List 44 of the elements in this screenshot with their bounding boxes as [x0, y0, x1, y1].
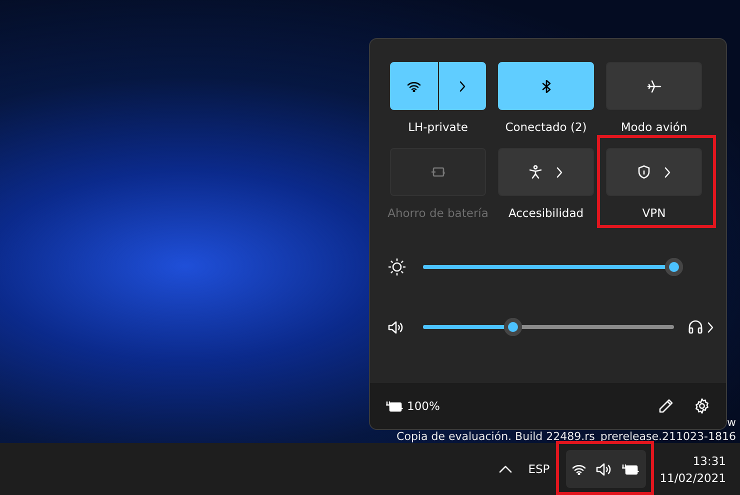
toggle-button[interactable]	[606, 148, 702, 196]
bluetooth-icon	[542, 80, 550, 92]
battery-icon	[622, 464, 640, 474]
tile-label: Accesibilidad	[508, 206, 584, 220]
toggle-button[interactable]	[606, 62, 702, 110]
battery-icon	[386, 400, 403, 412]
audio-output-button[interactable]	[688, 320, 714, 334]
tile-label: VPN	[642, 206, 666, 220]
clock-button[interactable]: 13:31 11/02/2021	[660, 454, 726, 484]
slider-thumb[interactable]	[504, 318, 522, 336]
slider-thumb[interactable]	[665, 258, 683, 276]
airplane-icon	[646, 80, 662, 92]
edit-button[interactable]	[658, 398, 674, 414]
show-hidden-icons-button[interactable]	[499, 465, 512, 473]
tile-label: Modo avión	[620, 120, 688, 134]
headphones-icon	[688, 320, 703, 334]
wifi-icon	[572, 464, 586, 474]
shield-icon	[638, 165, 650, 179]
battery-icon	[430, 167, 446, 177]
tile-label: LH-private	[408, 120, 468, 134]
watermark-text: Copia de evaluación. Build 22489.rs_prerelease.211023-1816	[396, 430, 736, 443]
watermark-text: w	[727, 416, 736, 430]
tile-label: Conectado (2)	[505, 120, 587, 134]
chevron-icon	[556, 166, 563, 178]
tile-label: Ahorro de batería	[388, 206, 488, 220]
tray-button[interactable]	[566, 450, 646, 488]
toggle-button[interactable]	[390, 62, 438, 110]
speaker-icon	[388, 320, 404, 334]
caret-up-icon	[499, 465, 512, 473]
settings-icon	[694, 398, 710, 414]
chevron-icon	[458, 80, 466, 92]
language-button[interactable]: ESP	[528, 462, 550, 476]
toggle-button[interactable]	[498, 62, 594, 110]
pencil-icon	[658, 398, 674, 414]
battery-percentage: 100%	[407, 399, 440, 413]
chevron-icon	[707, 322, 714, 332]
brightness-icon	[388, 258, 406, 276]
speaker-icon	[596, 462, 612, 476]
toggle-button[interactable]	[498, 148, 594, 196]
person-icon	[529, 165, 542, 179]
chevron-icon	[664, 166, 670, 178]
expand-button[interactable]	[438, 62, 486, 110]
wifi-icon	[406, 80, 421, 92]
settings-button[interactable]	[694, 398, 710, 414]
